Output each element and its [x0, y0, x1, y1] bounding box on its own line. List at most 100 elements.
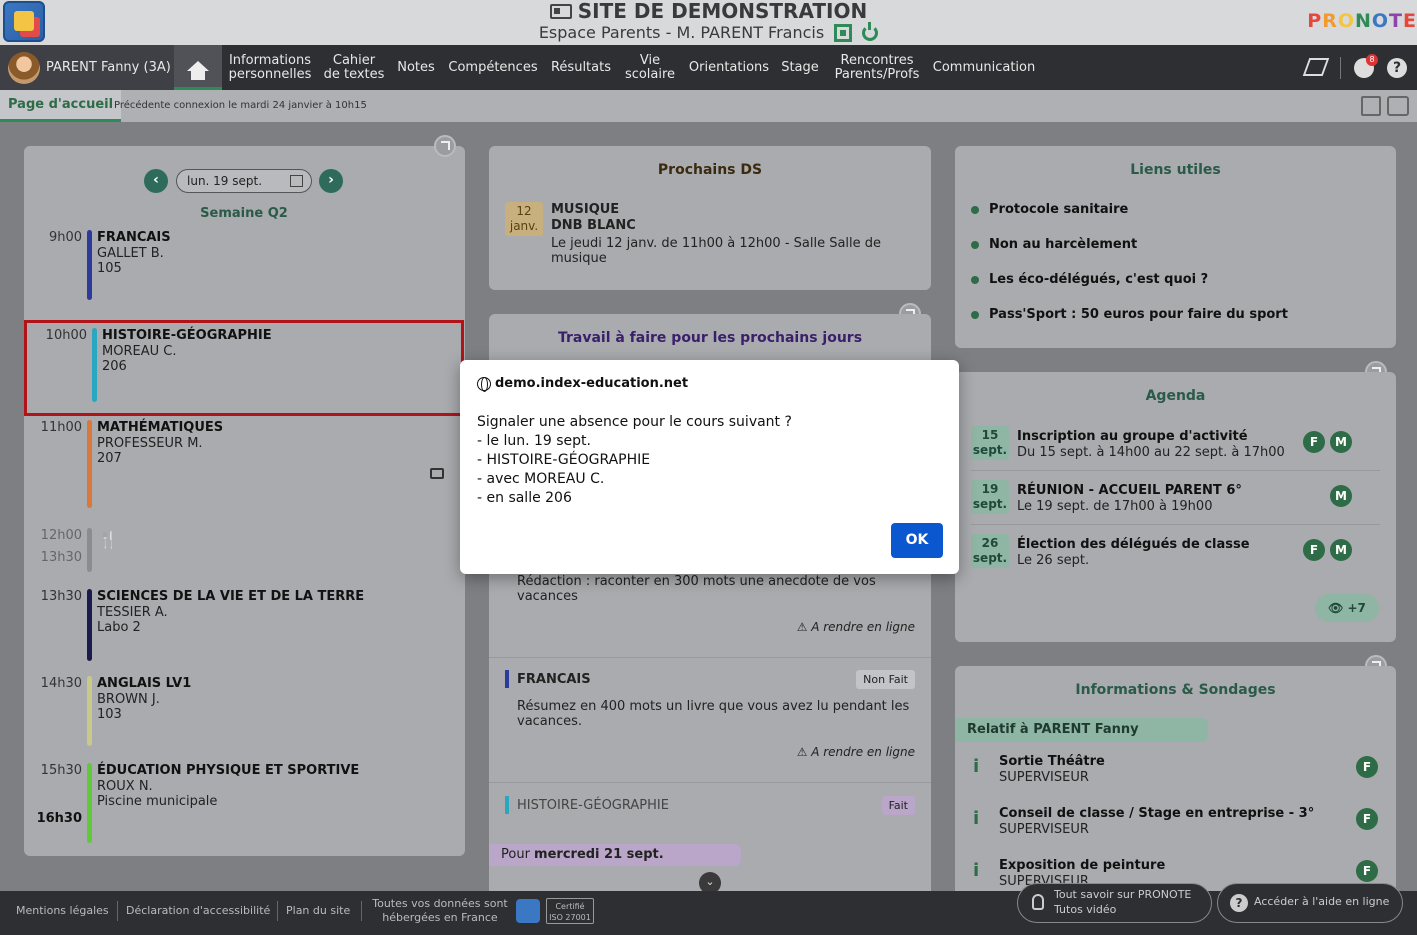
nav-item-8[interactable]: Rencontres Parents/Profs [830, 45, 924, 90]
expand-icon[interactable] [434, 135, 456, 157]
nav-item-7[interactable]: Stage [778, 45, 822, 90]
info-item[interactable]: i Sortie Théâtre SUPERVISEUR F [955, 752, 1396, 798]
agenda-subtitle: Du 15 sept. à 14h00 au 22 sept. à 17h00 [1017, 445, 1285, 460]
agenda-date-badge: 19 sept. [971, 480, 1009, 514]
agenda-title: Inscription au groupe d'activité [1017, 429, 1248, 444]
info-title: Sortie Théâtre [999, 754, 1105, 769]
course-item[interactable]: 11h00 MATHÉMATIQUES PROFESSEUR M. 207 [24, 420, 464, 508]
ds-detail: Le jeudi 12 janv. de 11h00 à 12h00 - Sal… [551, 236, 882, 266]
info-item[interactable]: i Conseil de classe / Stage en entreprise… [955, 804, 1396, 850]
footer-link-accessibilite[interactable]: Déclaration d'accessibilité [126, 891, 270, 931]
previous-connection: Précédente connexion le mardi 24 janvier… [114, 100, 367, 111]
dialog-message: Signaler une absence pour le cours suiva… [477, 414, 792, 506]
agenda-subtitle: Le 19 sept. de 17h00 à 19h00 [1017, 499, 1213, 514]
useful-link[interactable]: Les éco-délégués, c'est quoi ? [971, 272, 1208, 287]
nav-item-1[interactable]: Cahier de textes [320, 45, 388, 90]
id-card-icon [549, 3, 572, 19]
week-label: Semaine Q2 [200, 206, 288, 221]
liens-panel: Liens utiles Protocole sanitaire Non au h… [955, 146, 1396, 348]
france-flag-icon [516, 899, 540, 923]
info-icon: i [973, 860, 980, 881]
help-icon: ? [1230, 894, 1248, 912]
subject-color-bar [505, 796, 509, 814]
homework-subject: HISTOIRE-GÉOGRAPHIE [517, 798, 669, 813]
footer-link-plan[interactable]: Plan du site [286, 891, 350, 931]
nav-item-3[interactable]: Compétences [446, 45, 540, 90]
agenda-item[interactable]: 19 sept. RÉUNION - ACCUEIL PARENT 6° Le 19 … [955, 480, 1396, 526]
print-icon[interactable] [1387, 96, 1409, 116]
nav-item-0[interactable]: Informations personnelles [224, 45, 316, 90]
qr-code-icon[interactable] [834, 24, 853, 42]
visio-icon[interactable] [430, 468, 444, 479]
course-item[interactable]: 13h30 SCIENCES DE LA VIE ET DE LA TERRE TE… [24, 589, 464, 661]
brand-letter: O [1337, 10, 1355, 32]
info-icon: i [973, 756, 980, 777]
footer-divider [277, 901, 278, 921]
nav-item-6[interactable]: Orientations [684, 45, 774, 90]
next-day-button[interactable]: › [319, 169, 343, 193]
nav-item-2[interactable]: Notes [392, 45, 440, 90]
course-name: FRANCAIS [97, 230, 171, 245]
footer-link-mentions[interactable]: Mentions légales [16, 891, 109, 931]
agenda-more-button[interactable]: 👁 +7 [1315, 594, 1379, 622]
brand-letter: P [1307, 10, 1323, 32]
notification-badge: 8 [1366, 54, 1378, 66]
ok-button[interactable]: OK [891, 523, 943, 558]
relatif-header: Relatif à PARENT Fanny [955, 718, 1208, 742]
child-selector[interactable]: PARENT Fanny (3A) [0, 45, 174, 90]
infos-panel: Informations & Sondages Relatif à PARENT… [955, 666, 1396, 891]
course-teacher: ROUX N. [97, 779, 153, 794]
agenda-date-badge: 26 sept. [971, 534, 1009, 568]
top-header: SITE DE DEMONSTRATION Espace Parents - M… [0, 0, 1417, 45]
useful-link[interactable]: Non au harcèlement [971, 237, 1137, 252]
course-color-bar [87, 528, 92, 572]
homework-text: Résumez en 400 mots un livre que vous av… [517, 699, 910, 729]
status-badge[interactable]: Fait [881, 796, 915, 815]
bullet-icon [971, 240, 979, 249]
course-time: 13h30 [40, 550, 82, 565]
course-color-bar [87, 763, 92, 843]
course-item[interactable]: 12h00 13h30 🍴 [24, 528, 464, 574]
course-item[interactable]: 15h30 ÉDUCATION PHYSIQUE ET SPORTIVE ROUX … [24, 763, 464, 843]
course-end-time: 16h30 [36, 811, 82, 826]
course-time: 15h30 [40, 763, 82, 778]
agenda-item[interactable]: 26 sept. Élection des délégués de classe Le… [955, 534, 1396, 580]
home-button[interactable] [174, 45, 222, 90]
divider [489, 657, 931, 658]
useful-link[interactable]: Pass'Sport : 50 euros pour faire du spor… [971, 307, 1288, 322]
date-picker[interactable]: lun. 19 sept. [176, 169, 312, 193]
liens-title: Liens utiles [1130, 162, 1221, 178]
recipient-pill: F [1356, 860, 1378, 882]
brand-letter: O [1371, 10, 1390, 32]
brand-letter: T [1389, 10, 1404, 32]
tab-page-accueil[interactable]: Page d'accueil [0, 90, 122, 122]
brand-letter: R [1322, 10, 1338, 32]
status-badge[interactable]: Non Fait [856, 670, 915, 689]
calendar-icon [290, 175, 303, 187]
course-teacher: PROFESSEUR M. [97, 436, 203, 451]
nav-item-5[interactable]: Vie scolaire [620, 45, 680, 90]
logout-icon[interactable] [862, 22, 879, 41]
course-item[interactable]: 9h00 FRANCAIS GALLET B. 105 [24, 230, 464, 300]
footer-divider [117, 901, 118, 921]
save-icon[interactable] [1361, 96, 1381, 116]
homework-subject: FRANCAIS [517, 672, 591, 687]
send-icon[interactable] [1302, 58, 1330, 76]
nav-item-9[interactable]: Communication [928, 45, 1040, 90]
nav-item-4[interactable]: Résultats [546, 45, 616, 90]
selected-course-highlight [24, 320, 464, 416]
help-icon[interactable]: ? [1387, 58, 1407, 78]
iso-badge: Certifié ISO 27001 [546, 898, 594, 924]
bullet-icon [971, 275, 979, 284]
tutos-button[interactable]: Tout savoir sur PRONOTE Tutos vidéo [1017, 883, 1212, 923]
course-time: 12h00 [40, 528, 82, 543]
online-help-button[interactable]: ? Accéder à l'aide en ligne [1217, 883, 1403, 923]
lightbulb-icon [1032, 894, 1044, 910]
agenda-item[interactable]: 15 sept. Inscription au groupe d'activité D… [955, 426, 1396, 472]
useful-link[interactable]: Protocole sanitaire [971, 202, 1128, 217]
course-item[interactable]: 14h30 ANGLAIS LV1 BROWN J. 103 [24, 676, 464, 746]
prev-day-button[interactable]: ‹ [144, 169, 168, 193]
course-color-bar [87, 676, 92, 746]
absence-confirm-dialog: demo.index-education.net Signaler une ab… [460, 360, 959, 574]
divider [971, 524, 1380, 525]
